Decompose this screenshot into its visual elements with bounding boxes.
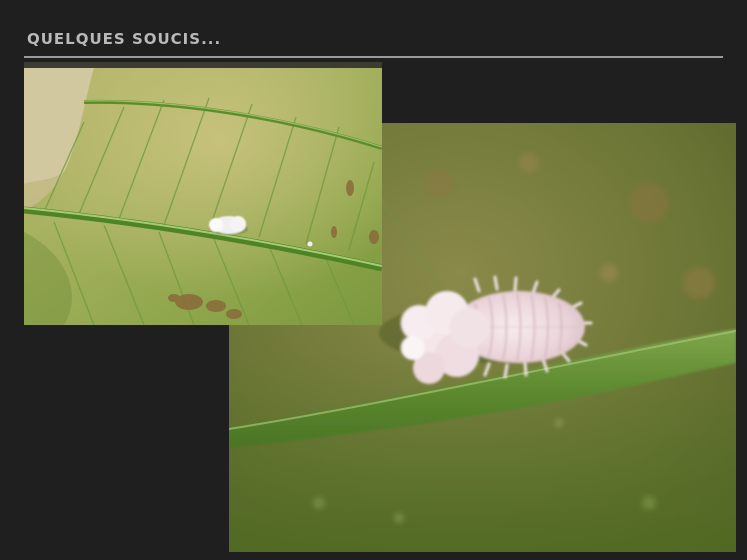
leaf-photo (24, 62, 382, 325)
leaf-image (24, 62, 382, 325)
slide-title: QUELQUES SOUCIS... (27, 30, 222, 48)
title-divider (24, 56, 723, 58)
mealybug-small (209, 216, 248, 235)
